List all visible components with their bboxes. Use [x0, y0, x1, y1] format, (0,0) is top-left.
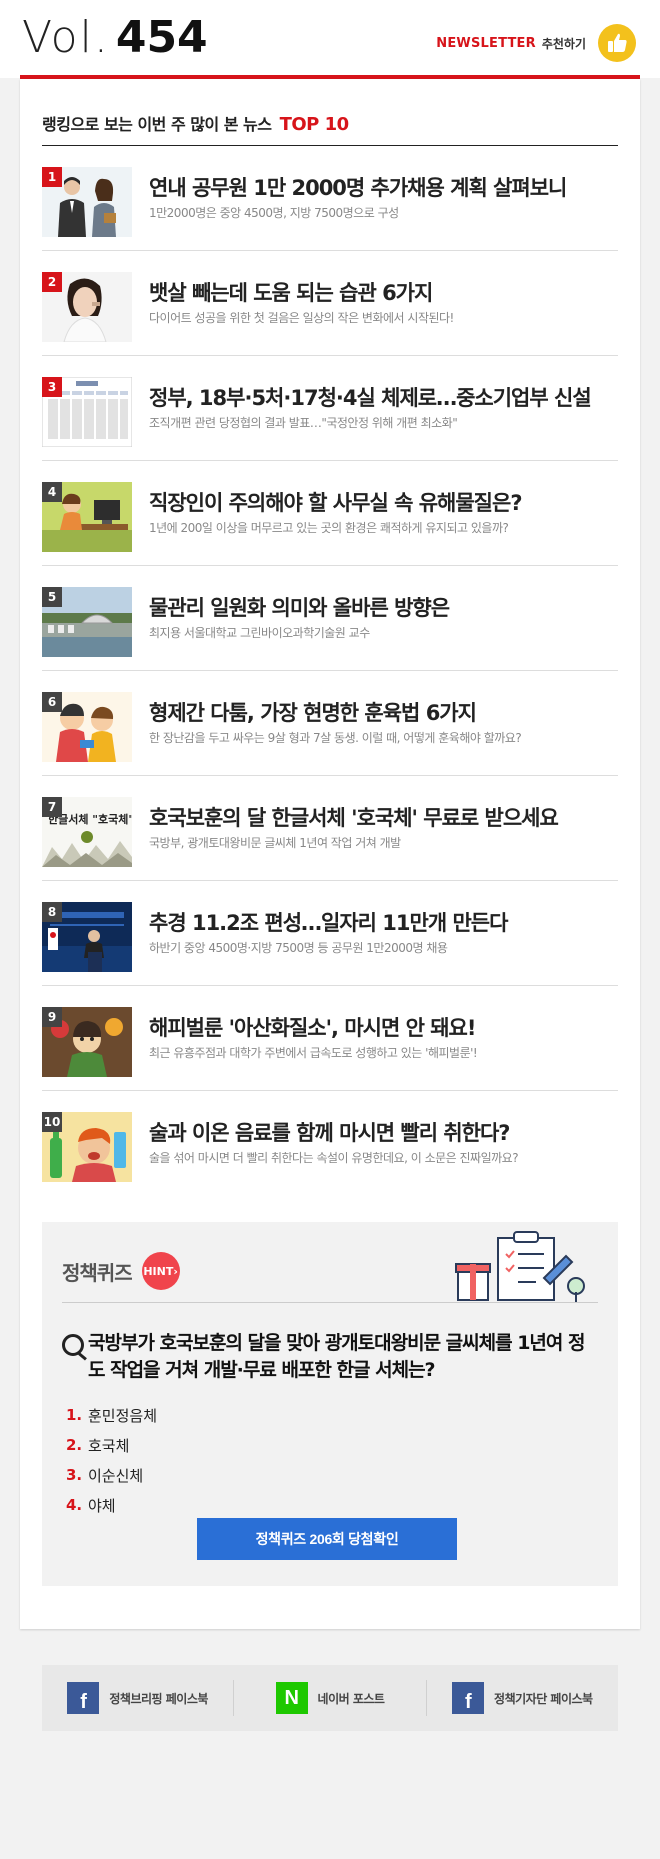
- news-item-1[interactable]: 1 연내 공무원 1만 2000명 추가채용 계획 살펴보니 1만2000명은 …: [42, 146, 618, 251]
- option-number: 4.: [66, 1496, 83, 1514]
- option-number: 1.: [66, 1406, 83, 1424]
- quiz-title: 정책퀴즈: [62, 1260, 133, 1285]
- news-title[interactable]: 형제간 다툼, 가장 현명한 훈육법 6가지: [149, 697, 477, 727]
- news-title[interactable]: 직장인이 주의해야 할 사무실 속 유해물질은?: [149, 487, 522, 517]
- news-subtitle: 하반기 중앙 4500명·지방 7500명 등 공무원 1만2000명 채용: [149, 941, 448, 955]
- news-item-10[interactable]: 10 술과 이온 음료를 함께 마시면 빨리 취한다? 술을 섞어 마시면 더 …: [42, 1091, 618, 1196]
- news-title[interactable]: 해피벌룬 '아산화질소', 마시면 안 돼요!: [149, 1012, 476, 1042]
- option-number: 3.: [66, 1466, 83, 1484]
- naver-icon: N: [275, 1682, 308, 1714]
- hint-button[interactable]: HINT ›: [141, 1252, 180, 1290]
- quiz-winner-check-button[interactable]: 정책퀴즈 206회 당첨확인: [197, 1518, 457, 1560]
- quiz-question: 국방부가 호국보훈의 달을 맞아 광개토대왕비문 글씨체를 1년여 정도 작업을…: [88, 1332, 586, 1381]
- news-thumbnail[interactable]: 5: [42, 587, 132, 657]
- option-label: 훈민정음체: [88, 1406, 158, 1425]
- naver-post-link[interactable]: N 네이버 포스트: [234, 1680, 425, 1716]
- option-number: 2.: [66, 1436, 83, 1454]
- rank-badge: 1: [42, 167, 62, 187]
- rank-badge: 5: [42, 587, 62, 607]
- news-subtitle: 술을 섞어 마시면 더 빨리 취한다는 속설이 유명한데요, 이 소문은 진짜일…: [149, 1151, 519, 1165]
- rank-badge: 2: [42, 272, 62, 292]
- question-icon: [62, 1334, 84, 1356]
- news-subtitle: 다이어트 성공을 위한 첫 걸음은 일상의 작은 변화에서 시작된다!: [149, 311, 454, 325]
- rank-badge: 8: [42, 902, 62, 922]
- news-item-5[interactable]: 5 물관리 일원화 의미와 올바른 방향은 최지용 서울대학교 그린바이오과학기…: [42, 566, 618, 671]
- newsletter-word: NEWSLETTER: [436, 35, 536, 51]
- policy-reporters-facebook-link[interactable]: f 정책기자단 페이스북: [427, 1680, 618, 1716]
- news-subtitle: 국방부, 광개토대왕비문 글씨체 1년여 작업 거쳐 개발: [149, 836, 401, 850]
- facebook-icon: f: [452, 1682, 485, 1714]
- thumbs-up-icon[interactable]: [598, 24, 636, 62]
- newsletter-header: Vol. 454 NEWSLETTER 추천하기: [0, 0, 660, 78]
- news-title[interactable]: 술과 이온 음료를 함께 마시면 빨리 취한다?: [149, 1117, 510, 1147]
- news-subtitle: 최지용 서울대학교 그린바이오과학기술원 교수: [149, 626, 370, 640]
- news-item-3[interactable]: 3 정부, 18부·5처·17청·4실 체제로…중소기업부 신설 조직개편 관련…: [42, 356, 618, 461]
- news-title[interactable]: 호국보훈의 달 한글서체 '호국체' 무료로 받으세요: [149, 802, 559, 832]
- news-thumbnail[interactable]: 9: [42, 1007, 132, 1077]
- news-thumbnail[interactable]: 6: [42, 692, 132, 762]
- news-subtitle: 1만2000명은 중앙 4500명, 지방 7500명으로 구성: [149, 206, 399, 220]
- news-item-9[interactable]: 9 해피벌룬 '아산화질소', 마시면 안 돼요! 최근 유흥주점과 대학가 주…: [42, 986, 618, 1091]
- quiz-options: 1. 훈민정음체 2. 호국체 3. 이순신체 4. 야체: [66, 1400, 157, 1520]
- rank-badge: 7: [42, 797, 62, 817]
- ranking-section-title: 랭킹으로 보는 이번 주 많이 본 뉴스 TOP 10: [42, 111, 349, 135]
- quiz-option-4[interactable]: 4. 야체: [66, 1490, 157, 1520]
- quiz-clipboard-illustration: [448, 1230, 588, 1306]
- quiz-option-2[interactable]: 2. 호국체: [66, 1430, 157, 1460]
- option-label: 이순신체: [88, 1466, 144, 1485]
- footer-link-label: 정책브리핑 페이스북: [109, 1691, 208, 1706]
- policy-briefing-facebook-link[interactable]: f 정책브리핑 페이스북: [42, 1680, 233, 1716]
- chevron-right-icon: ›: [173, 1264, 178, 1278]
- rank-badge: 4: [42, 482, 62, 502]
- news-thumbnail[interactable]: 4: [42, 482, 132, 552]
- ranking-title-text: 랭킹으로 보는 이번 주 많이 본 뉴스: [42, 115, 272, 134]
- ranking-title-accent: TOP 10: [279, 114, 350, 135]
- news-subtitle: 한 장난감을 두고 싸우는 9살 형과 7살 동생. 이럴 때, 어떻게 훈육해…: [149, 731, 522, 745]
- news-thumbnail[interactable]: 1: [42, 167, 132, 237]
- option-label: 야체: [88, 1496, 116, 1515]
- quiz-option-1[interactable]: 1. 훈민정음체: [66, 1400, 157, 1430]
- news-title[interactable]: 정부, 18부·5처·17청·4실 체제로…중소기업부 신설: [149, 382, 592, 412]
- news-subtitle: 조직개편 관련 당정협의 결과 발표…"국정안정 위해 개편 최소화": [149, 416, 458, 430]
- news-title[interactable]: 물관리 일원화 의미와 올바른 방향은: [149, 592, 450, 622]
- footer-link-label: 정책기자단 페이스북: [494, 1691, 593, 1706]
- policy-quiz-section: 정책퀴즈 HINT › 국방부가 호국보훈의 달을 맞아 광개토대왕비문 글씨체…: [42, 1222, 618, 1586]
- volume-title: Vol. 454: [22, 12, 208, 68]
- news-title[interactable]: 연내 공무원 1만 2000명 추가채용 계획 살펴보니: [149, 172, 567, 202]
- news-item-7[interactable]: 7 한글서체 "호국체" 호국보훈의 달 한글서체 '호국체' 무료로 받으세요…: [42, 776, 618, 881]
- news-thumbnail[interactable]: 7 한글서체 "호국체": [42, 797, 132, 867]
- news-subtitle: 1년에 200일 이상을 머무르고 있는 곳의 환경은 쾌적하게 유지되고 있을…: [149, 521, 509, 535]
- news-subtitle: 최근 유흥주점과 대학가 주변에서 급속도로 성행하고 있는 '해피벌룬'!: [149, 1046, 478, 1060]
- rank-badge: 6: [42, 692, 62, 712]
- volume-number: 454: [115, 12, 208, 63]
- recommend-label: 추천하기: [541, 36, 586, 51]
- recommend-newsletter-button[interactable]: NEWSLETTER 추천하기: [436, 24, 636, 62]
- option-label: 호국체: [88, 1436, 130, 1455]
- quiz-header: 정책퀴즈 HINT ›: [62, 1252, 180, 1290]
- news-thumbnail[interactable]: 10: [42, 1112, 132, 1182]
- ranking-list: 1 연내 공무원 1만 2000명 추가채용 계획 살펴보니 1만2000명은 …: [42, 146, 618, 1196]
- news-thumbnail[interactable]: 2: [42, 272, 132, 342]
- news-item-8[interactable]: 8 추경 11.2조 편성…일자리 11만개 만든다 하반기 중앙 4500명·…: [42, 881, 618, 986]
- news-item-2[interactable]: 2 뱃살 빼는데 도움 되는 습관 6가지 다이어트 성공을 위한 첫 걸음은 …: [42, 251, 618, 356]
- news-title[interactable]: 추경 11.2조 편성…일자리 11만개 만든다: [149, 907, 508, 937]
- main-content-card: 랭킹으로 보는 이번 주 많이 본 뉴스 TOP 10 1 연내 공무원 1만 …: [20, 79, 640, 1629]
- rank-badge: 9: [42, 1007, 62, 1027]
- news-item-4[interactable]: 4 직장인이 주의해야 할 사무실 속 유해물질은? 1년에 200일 이상을 …: [42, 461, 618, 566]
- rank-badge: 3: [42, 377, 62, 397]
- news-item-6[interactable]: 6 형제간 다툼, 가장 현명한 훈육법 6가지 한 장난감을 두고 싸우는 9…: [42, 671, 618, 776]
- hint-label: HINT: [143, 1264, 174, 1278]
- facebook-icon: f: [67, 1682, 100, 1714]
- social-footer: f 정책브리핑 페이스북 N 네이버 포스트 f 정책기자단 페이스북: [42, 1665, 618, 1731]
- news-title[interactable]: 뱃살 빼는데 도움 되는 습관 6가지: [149, 277, 433, 307]
- news-thumbnail[interactable]: 3: [42, 377, 132, 447]
- rank-badge: 10: [42, 1112, 62, 1132]
- footer-link-label: 네이버 포스트: [317, 1691, 385, 1706]
- quiz-divider: [62, 1302, 598, 1303]
- quiz-option-3[interactable]: 3. 이순신체: [66, 1460, 157, 1490]
- volume-prefix: Vol.: [22, 12, 110, 63]
- news-thumbnail[interactable]: 8: [42, 902, 132, 972]
